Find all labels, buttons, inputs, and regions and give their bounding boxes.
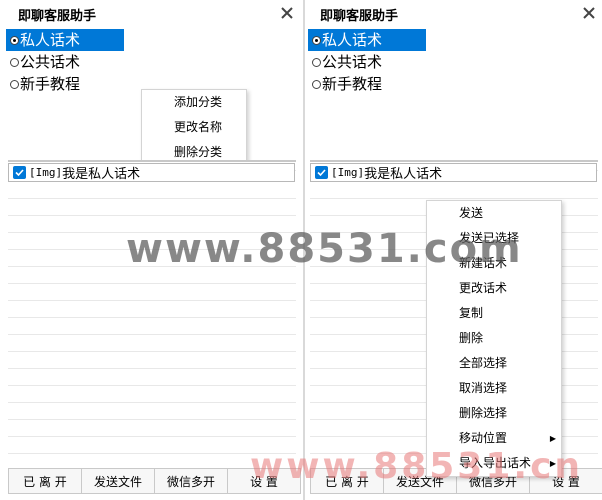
menu-item-delete-selected[interactable]: 删除选择 [427, 401, 561, 426]
left-panel: 即聊客服助手 私人话术 公共话术 新手教程 添加分类 更改名称 删除分类 [Im… [4, 0, 301, 500]
phrase-list: [Img] 我是私人话术 [8, 160, 296, 462]
phrase-text: 我是私人话术 [364, 167, 443, 182]
category-label: 新手教程 [20, 75, 81, 93]
menu-item-delete[interactable]: 删除 [427, 326, 561, 351]
wechat-multi-open-button[interactable]: 微信多开 [154, 468, 228, 494]
category-item-public[interactable]: 公共话术 [308, 51, 548, 73]
submenu-arrow-icon: ▶ [549, 459, 556, 468]
menu-item-send[interactable]: 发送 [427, 201, 561, 226]
close-icon[interactable] [279, 5, 295, 21]
phrase-text: 我是私人话术 [62, 167, 141, 182]
checkbox-checked-icon[interactable] [13, 166, 26, 179]
menu-item-label: 导入导出话术 [459, 456, 532, 470]
menu-item-deselect[interactable]: 取消选择 [427, 376, 561, 401]
menu-item-import-export[interactable]: 导入导出话术 ▶ [427, 451, 561, 476]
close-icon[interactable] [581, 5, 597, 21]
window-title: 即聊客服助手 [18, 9, 97, 24]
menu-item-move-position[interactable]: 移动位置 ▶ [427, 426, 561, 451]
radio-icon[interactable] [312, 57, 321, 67]
menu-item-copy[interactable]: 复制 [427, 301, 561, 326]
category-list: 私人话术 公共话术 新手教程 [6, 29, 246, 95]
right-panel: 即聊客服助手 私人话术 公共话术 新手教程 [Img] 我是私人话术 已 离 开… [306, 0, 602, 500]
category-label: 私人话术 [20, 31, 81, 49]
window-title: 即聊客服助手 [320, 9, 399, 24]
category-list: 私人话术 公共话术 新手教程 [308, 29, 548, 95]
menu-item-edit-phrase[interactable]: 更改话术 [427, 276, 561, 301]
away-button[interactable]: 已 离 开 [8, 468, 82, 494]
category-label: 新手教程 [322, 75, 383, 93]
category-label: 私人话术 [322, 31, 383, 49]
radio-icon[interactable] [10, 35, 19, 45]
menu-item-select-all[interactable]: 全部选择 [427, 351, 561, 376]
category-context-menu: 添加分类 更改名称 删除分类 [141, 89, 247, 166]
bottom-toolbar: 已 离 开 发送文件 微信多开 设 置 [8, 468, 301, 494]
menu-item-label: 移动位置 [459, 431, 508, 445]
menu-item-rename[interactable]: 更改名称 [142, 115, 246, 140]
radio-icon[interactable] [10, 79, 19, 89]
panel-divider [303, 0, 305, 500]
category-item-private[interactable]: 私人话术 [308, 29, 426, 51]
category-label: 公共话术 [20, 53, 81, 71]
submenu-arrow-icon: ▶ [549, 434, 556, 443]
image-tag: [Img] [29, 166, 63, 179]
radio-icon[interactable] [10, 57, 19, 67]
list-item[interactable]: [Img] 我是私人话术 [8, 163, 295, 182]
image-tag: [Img] [331, 166, 365, 179]
list-item[interactable]: [Img] 我是私人话术 [310, 163, 597, 182]
radio-icon[interactable] [312, 35, 321, 45]
menu-item-send-selected[interactable]: 发送已选择 [427, 226, 561, 251]
item-context-menu: 发送 发送已选择 新建话术 更改话术 复制 删除 全部选择 取消选择 删除选择 … [426, 200, 562, 477]
category-item-public[interactable]: 公共话术 [6, 51, 246, 73]
category-label: 公共话术 [322, 53, 383, 71]
send-file-button[interactable]: 发送文件 [81, 468, 155, 494]
category-item-private[interactable]: 私人话术 [6, 29, 124, 51]
away-button[interactable]: 已 离 开 [310, 468, 384, 494]
checkbox-checked-icon[interactable] [315, 166, 328, 179]
menu-item-new-phrase[interactable]: 新建话术 [427, 251, 561, 276]
category-item-tutorial[interactable]: 新手教程 [308, 73, 548, 95]
radio-icon[interactable] [312, 79, 321, 89]
menu-item-add-category[interactable]: 添加分类 [142, 90, 246, 115]
settings-button[interactable]: 设 置 [227, 468, 301, 494]
